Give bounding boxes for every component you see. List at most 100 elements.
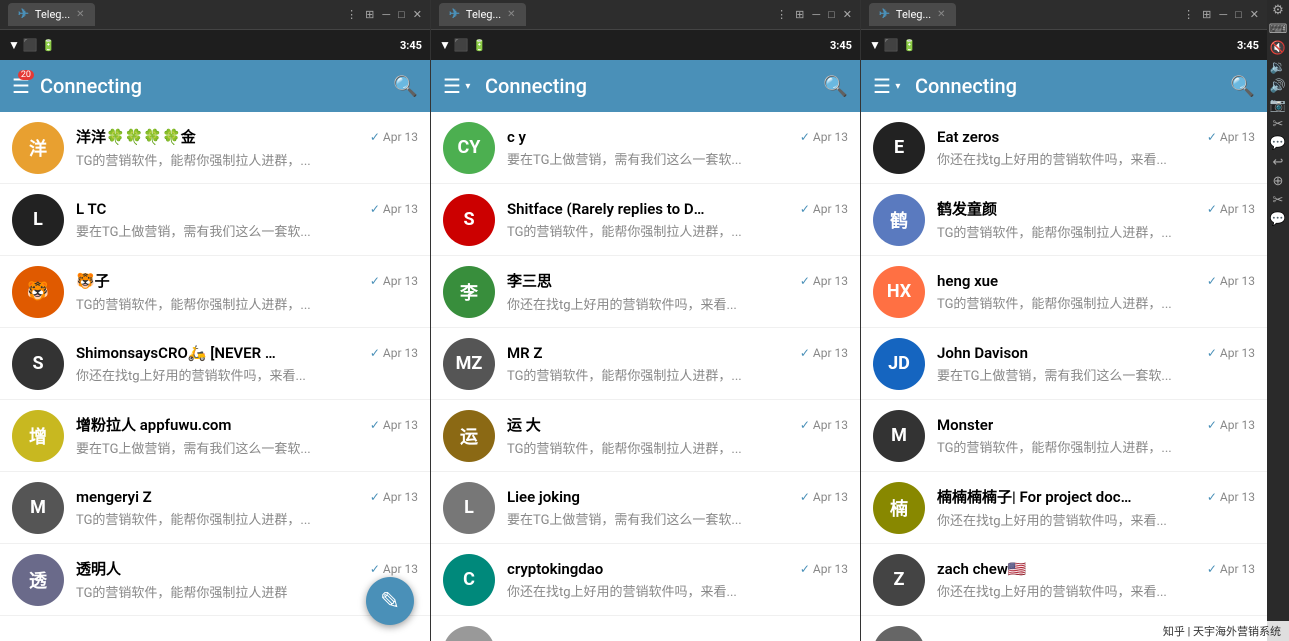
ctrl-vol-down[interactable]: 🔉 — [1270, 61, 1286, 74]
search-icon-right[interactable]: 🔍 — [1230, 74, 1255, 98]
chat-item-right-5[interactable]: 楠楠楠楠楠子| For project dockin...✓Apr 13你还在找… — [861, 472, 1267, 544]
chat-item-right-0[interactable]: EEat zeros✓Apr 13你还在找tg上好用的营销软件吗，来看... — [861, 112, 1267, 184]
check-mark-middle-1: ✓ — [800, 202, 810, 216]
tab-telegram-right[interactable]: ✈ Teleg... ✕ — [869, 3, 956, 26]
ctrl-keyboard[interactable]: ⌨ — [1269, 23, 1288, 36]
telegram-logo-right: ✈ — [879, 7, 890, 22]
fab-left[interactable]: ✎ — [366, 577, 414, 625]
check-mark-left-4: ✓ — [370, 418, 380, 432]
check-mark-middle-2: ✓ — [800, 274, 810, 288]
chat-name-left-0: 洋洋🍀🍀🍀🍀金 — [76, 126, 196, 147]
chrome-menu-right[interactable]: ⋮ — [1183, 8, 1194, 21]
chat-item-right-1[interactable]: 鹤鹤发童颜✓Apr 13TG的营销软件，能帮你强制拉人进群，... — [861, 184, 1267, 256]
chat-item-middle-3[interactable]: MZMR Z✓Apr 13TG的营销软件，能帮你强制拉人进群，... — [431, 328, 860, 400]
date-text-middle-4: Apr 13 — [813, 418, 848, 432]
chrome-maximize-middle[interactable]: □ — [828, 8, 835, 21]
chrome-maximize-left[interactable]: □ — [398, 8, 405, 21]
tab-close-middle[interactable]: ✕ — [507, 9, 515, 20]
chat-item-right-6[interactable]: Zzach chew🇺🇸✓Apr 13你还在找tg上好用的营销软件吗，来看... — [861, 544, 1267, 616]
chat-date-left-6: ✓Apr 13 — [370, 562, 418, 576]
chat-content-right-1: 鹤发童颜✓Apr 13TG的营销软件，能帮你强制拉人进群，... — [937, 198, 1255, 241]
chat-item-middle-2[interactable]: 李李三思✓Apr 13你还在找tg上好用的营销软件吗，来看... — [431, 256, 860, 328]
chat-name-middle-1: Shitface (Rarely replies to DMs) — [507, 200, 707, 218]
ctrl-scissors[interactable]: ✂ — [1273, 118, 1284, 131]
panel-left: ✈ Teleg... ✕ ⋮ ⊞ ─ □ ✕ ▼ ⬛ 🔋 3:45 — [0, 0, 430, 641]
tab-close-right[interactable]: ✕ — [937, 9, 945, 20]
search-icon-left[interactable]: 🔍 — [393, 74, 418, 98]
chrome-menu-left[interactable]: ⋮ — [346, 8, 357, 21]
chat-name-middle-6: cryptokingdao — [507, 560, 603, 578]
chat-name-left-4: 增粉拉人 appfuwu.com — [76, 414, 231, 435]
chat-content-middle-3: MR Z✓Apr 13TG的营销软件，能帮你强制拉人进群，... — [507, 344, 848, 384]
menu-icon-left[interactable]: ☰ 20 — [12, 74, 30, 98]
chat-item-left-3[interactable]: SShimonsaysCRO🛵 [NEVER D...✓Apr 13你还在找tg… — [0, 328, 430, 400]
chat-name-middle-3: MR Z — [507, 344, 542, 362]
chat-date-middle-5: ✓Apr 13 — [800, 490, 848, 504]
chat-item-right-3[interactable]: JDJohn Davison✓Apr 13要在TG上做营销，需有我们这么一套软.… — [861, 328, 1267, 400]
chat-preview-right-3: 要在TG上做营销，需有我们这么一套软... — [937, 365, 1255, 384]
chat-item-left-0[interactable]: 洋洋洋🍀🍀🍀🍀金✓Apr 13TG的营销软件，能帮你强制拉人进群，... — [0, 112, 430, 184]
avatar-middle-1: S — [443, 194, 495, 246]
chat-item-right-4[interactable]: MMonster✓Apr 13TG的营销软件，能帮你强制拉人进群，... — [861, 400, 1267, 472]
chat-header-row-left-5: mengeryi Z✓Apr 13 — [76, 488, 418, 506]
avatar-middle-6: C — [443, 554, 495, 606]
telegram-logo-left: ✈ — [18, 7, 29, 22]
header-title-left: Connecting — [40, 74, 383, 98]
ctrl-back[interactable]: ↩ — [1273, 156, 1284, 169]
chat-name-right-6: zach chew🇺🇸 — [937, 560, 1027, 578]
chrome-close-middle[interactable]: ✕ — [843, 8, 852, 21]
ctrl-chat[interactable]: 💬 — [1270, 137, 1286, 150]
chat-item-middle-5[interactable]: LLiee joking✓Apr 13要在TG上做营销，需有我们这么一套软... — [431, 472, 860, 544]
chrome-maximize-right[interactable]: □ — [1235, 8, 1242, 21]
chrome-close-left[interactable]: ✕ — [413, 8, 422, 21]
chat-item-left-2[interactable]: 🐯🐯子✓Apr 13TG的营销软件，能帮你强制拉人进群，... — [0, 256, 430, 328]
chat-content-left-1: L TC✓Apr 13要在TG上做营销，需有我们这么一套软... — [76, 200, 418, 240]
app-header-middle: ☰ ▾ Connecting 🔍 — [431, 60, 860, 112]
ctrl-mute[interactable]: 🔇 — [1270, 42, 1286, 55]
tab-telegram-middle[interactable]: ✈ Teleg... ✕ — [439, 3, 526, 26]
menu-icon-right[interactable]: ☰ ▾ — [873, 74, 905, 98]
date-text-right-1: Apr 13 — [1220, 202, 1255, 216]
chat-item-middle-0[interactable]: CYc y✓Apr 13要在TG上做营销，需有我们这么一套软... — [431, 112, 860, 184]
ctrl-cam[interactable]: 📷 — [1270, 99, 1286, 112]
date-text-middle-0: Apr 13 — [813, 130, 848, 144]
menu-badge-right: ▾ — [891, 81, 905, 92]
chat-item-middle-7[interactable]: AlAl✓Apr 13 — [431, 616, 860, 641]
chat-item-middle-6[interactable]: Ccryptokingdao✓Apr 13你还在找tg上好用的营销软件吗，来看.… — [431, 544, 860, 616]
check-mark-left-1: ✓ — [370, 202, 380, 216]
avatar-middle-7: Al — [443, 626, 495, 641]
panel-middle: ✈ Teleg... ✕ ⋮ ⊞ ─ □ ✕ ▼ ⬛ 🔋 3:45 — [430, 0, 860, 641]
chat-preview-middle-4: TG的营销软件，能帮你强制拉人进群，... — [507, 438, 848, 457]
chat-preview-right-0: 你还在找tg上好用的营销软件吗，来看... — [937, 149, 1255, 168]
chat-item-right-2[interactable]: HXheng xue✓Apr 13TG的营销软件，能帮你强制拉人进群，... — [861, 256, 1267, 328]
chat-item-left-1[interactable]: LL TC✓Apr 13要在TG上做营销，需有我们这么一套软... — [0, 184, 430, 256]
time-right: 3:45 — [1237, 39, 1259, 52]
chat-name-left-5: mengeryi Z — [76, 488, 152, 506]
ctrl-vol-up[interactable]: 🔊 — [1270, 80, 1286, 93]
chat-item-middle-4[interactable]: 运运 大✓Apr 13TG的营销软件，能帮你强制拉人进群，... — [431, 400, 860, 472]
ctrl-add[interactable]: ⊕ — [1273, 175, 1284, 188]
window-chrome-left: ✈ Teleg... ✕ ⋮ ⊞ ─ □ ✕ — [0, 0, 430, 30]
chrome-new-tab-middle[interactable]: ⊞ — [795, 8, 804, 21]
chat-preview-right-5: 你还在找tg上好用的营销软件吗，来看... — [937, 510, 1255, 529]
tab-telegram-left[interactable]: ✈ Teleg... ✕ — [8, 3, 95, 26]
chat-item-middle-1[interactable]: SShitface (Rarely replies to DMs)✓Apr 13… — [431, 184, 860, 256]
chrome-minimize-left[interactable]: ─ — [382, 8, 390, 21]
ctrl-scissors2[interactable]: ✂ — [1273, 194, 1284, 207]
chrome-new-tab-left[interactable]: ⊞ — [365, 8, 374, 21]
ctrl-chat2[interactable]: 💬 — [1270, 213, 1286, 226]
chrome-new-tab-right[interactable]: ⊞ — [1202, 8, 1211, 21]
chrome-menu-middle[interactable]: ⋮ — [776, 8, 787, 21]
chat-item-left-4[interactable]: 增增粉拉人 appfuwu.com✓Apr 13要在TG上做营销，需有我们这么一… — [0, 400, 430, 472]
tab-close-left[interactable]: ✕ — [76, 9, 84, 20]
chat-name-right-4: Monster — [937, 416, 993, 434]
tab-label-middle: Teleg... — [466, 8, 501, 21]
chrome-minimize-middle[interactable]: ─ — [812, 8, 820, 21]
status-bar-middle: ▼ ⬛ 🔋 3:45 — [431, 30, 860, 60]
search-icon-middle[interactable]: 🔍 — [823, 74, 848, 98]
menu-icon-middle[interactable]: ☰ ▾ — [443, 74, 475, 98]
chat-item-left-5[interactable]: Mmengeryi Z✓Apr 13TG的营销软件，能帮你强制拉人进群，... — [0, 472, 430, 544]
ctrl-gear[interactable]: ⚙ — [1272, 4, 1284, 17]
chrome-close-right[interactable]: ✕ — [1250, 8, 1259, 21]
chrome-minimize-right[interactable]: ─ — [1219, 8, 1227, 21]
